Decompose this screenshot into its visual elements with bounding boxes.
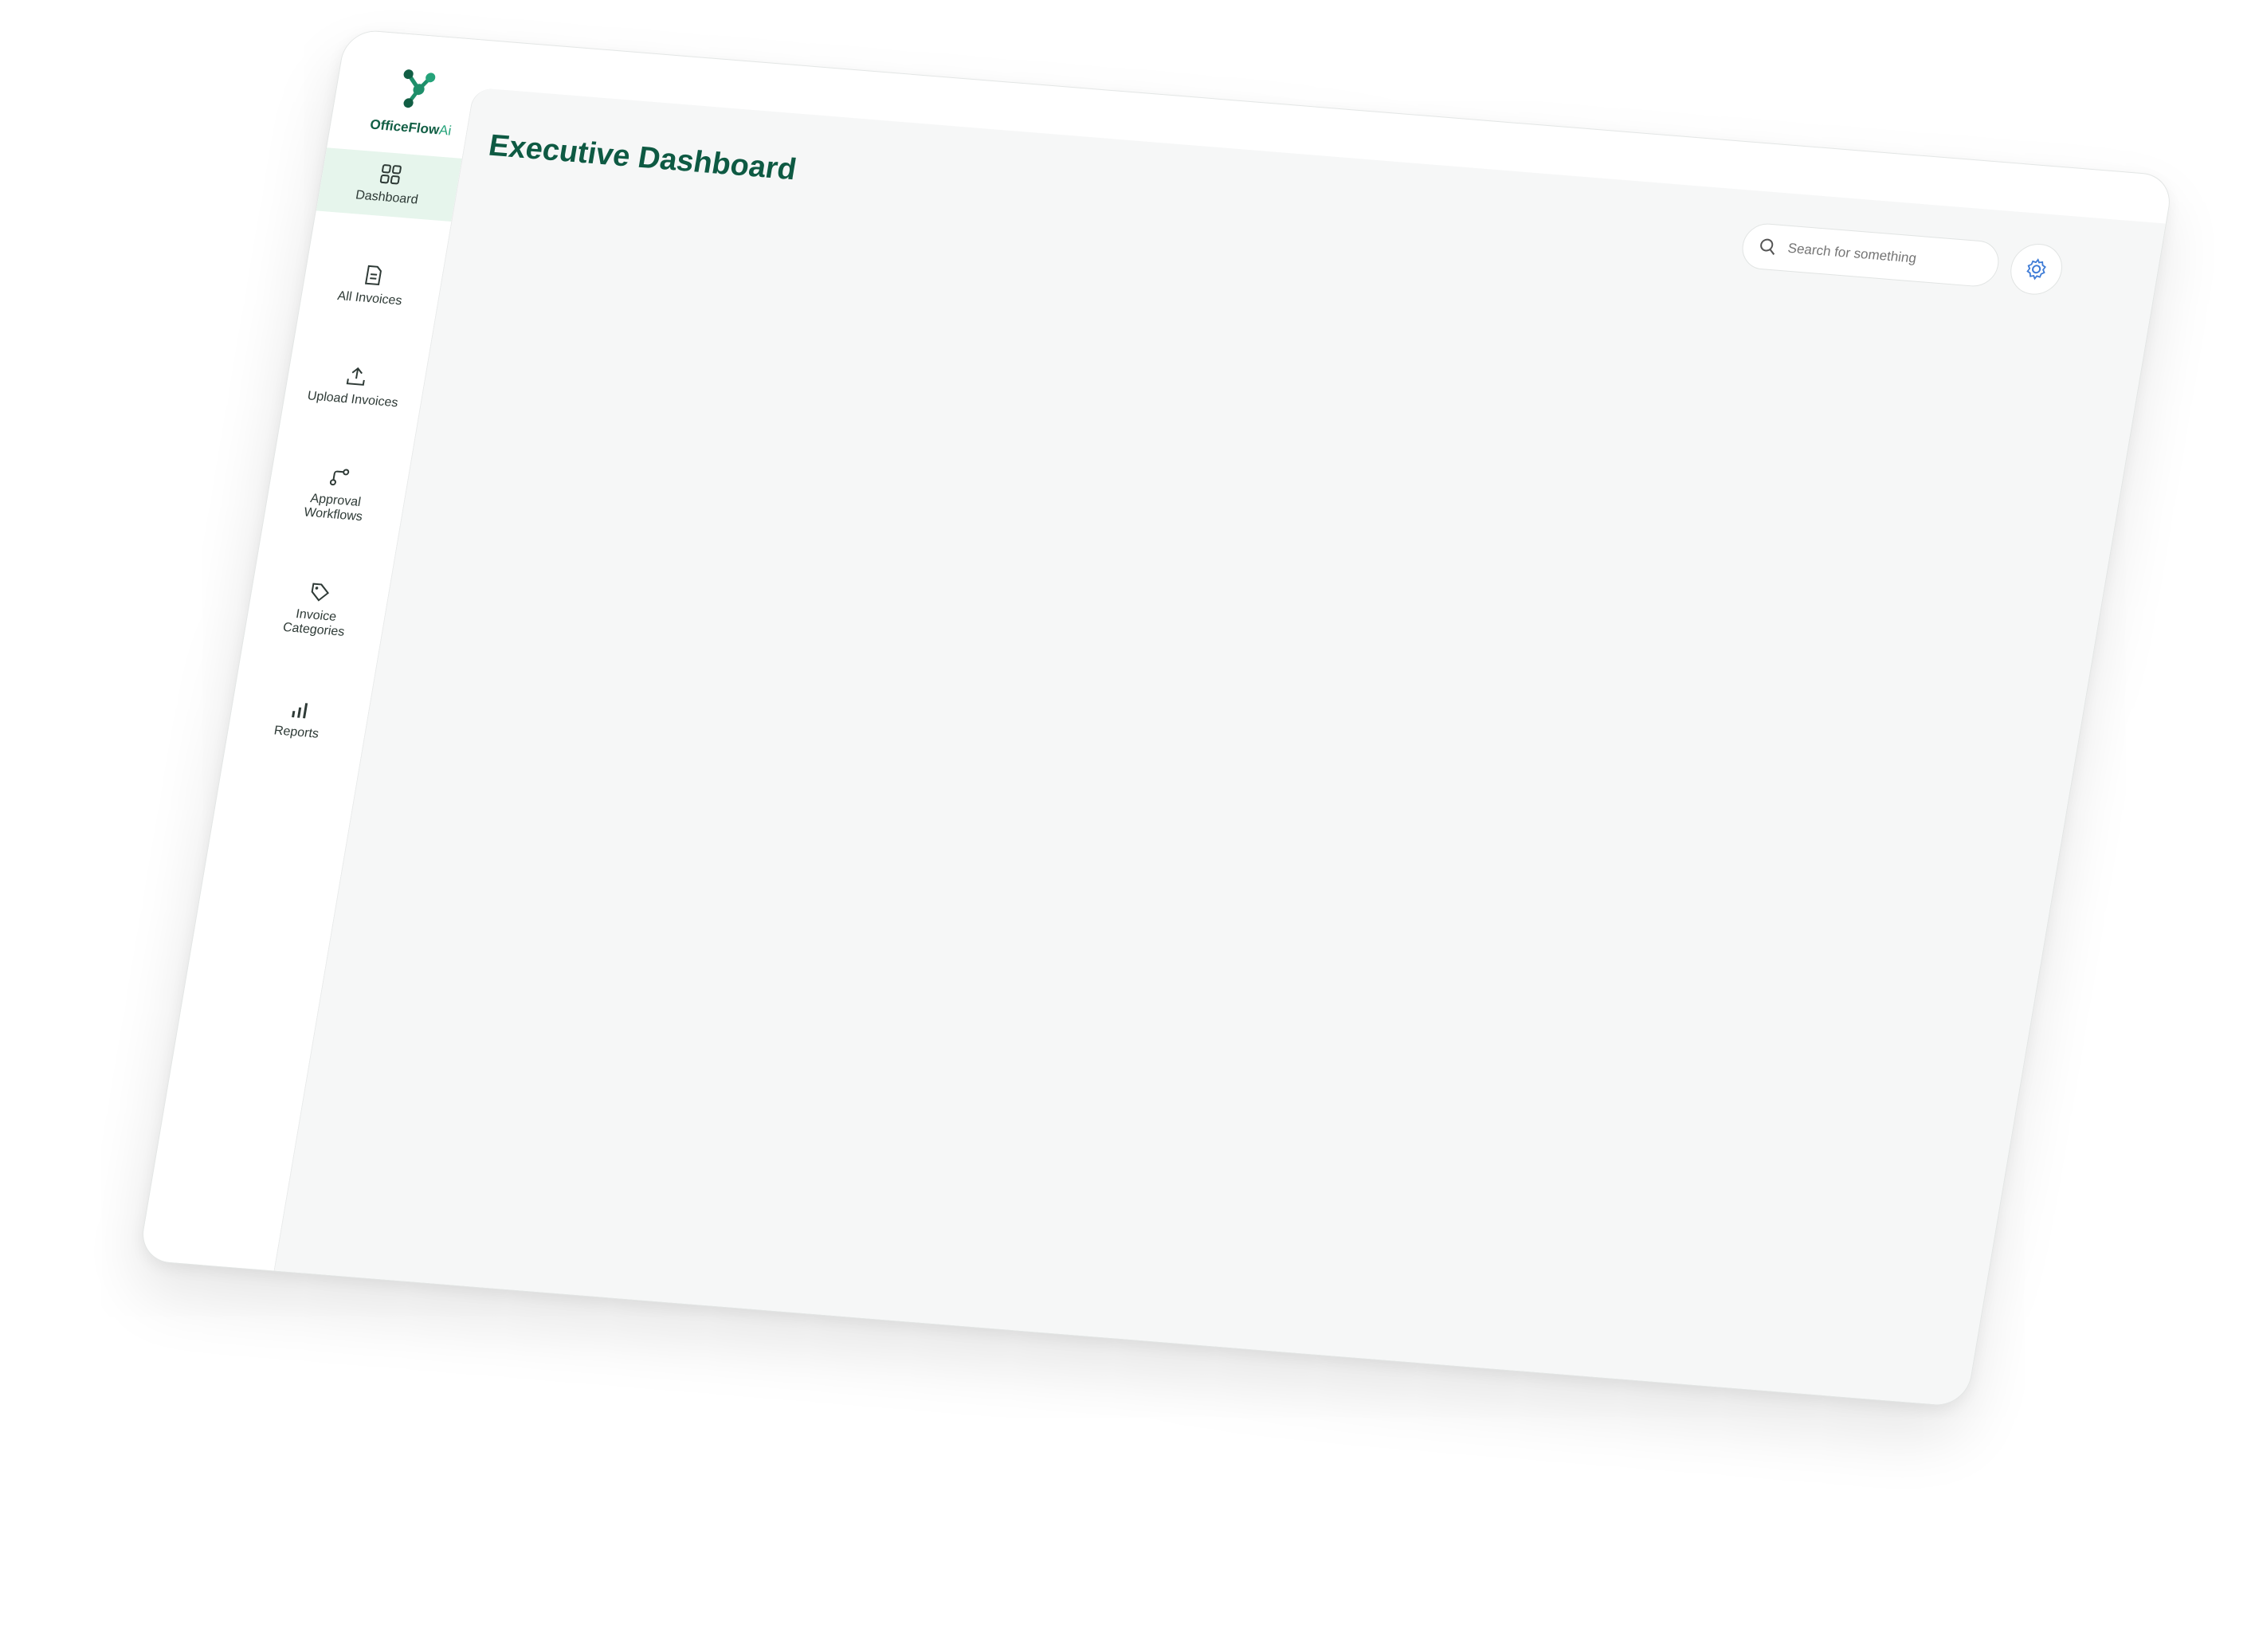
search-input[interactable] — [1784, 239, 1966, 272]
search-icon — [1760, 238, 1775, 255]
sidebar-item-all-invoices[interactable]: All Invoices — [299, 249, 445, 323]
sidebar-item-reports[interactable]: Reports — [226, 684, 371, 756]
logo-mark-icon — [403, 69, 436, 108]
sidebar-item-label: Invoice Categories — [281, 607, 346, 639]
sidebar-item-dashboard[interactable]: Dashboard — [316, 147, 462, 222]
dashboard-scene: OfficeFlowAi Dashboard All Invoices Uplo… — [0, 0, 2259, 1652]
sidebar-item-label: Reports — [273, 724, 320, 741]
main-content: Executive Dashboard — [273, 87, 2167, 1407]
sidebar-item-invoice-categories[interactable]: Invoice Categories — [243, 566, 391, 654]
document-icon — [364, 265, 382, 286]
search-box[interactable] — [1739, 222, 2002, 288]
brand-name: OfficeFlowAi — [362, 116, 460, 139]
sidebar-item-label: Upload Invoices — [306, 389, 399, 410]
sidebar-item-upload-invoices[interactable]: Upload Invoices — [282, 350, 428, 424]
sidebar-item-label: All Invoices — [336, 288, 403, 308]
sidebar-item-label: Dashboard — [355, 188, 419, 207]
brand-suffix: Ai — [437, 122, 453, 139]
sidebar-item-approval-workflows[interactable]: Approval Workflows — [262, 450, 410, 539]
gear-icon — [2026, 258, 2046, 281]
brand-text: OfficeFlow — [369, 116, 441, 138]
app-window: OfficeFlowAi Dashboard All Invoices Uplo… — [137, 28, 2175, 1408]
sidebar-item-label: Approval Workflows — [303, 492, 364, 524]
settings-button[interactable] — [2006, 241, 2066, 297]
page-title: Executive Dashboard — [486, 128, 799, 187]
workflow-icon — [329, 469, 350, 486]
logo: OfficeFlowAi — [362, 64, 469, 140]
bar-chart-icon — [292, 703, 308, 719]
upload-icon — [346, 367, 365, 386]
grid-icon — [379, 164, 402, 185]
tag-icon — [311, 583, 330, 602]
